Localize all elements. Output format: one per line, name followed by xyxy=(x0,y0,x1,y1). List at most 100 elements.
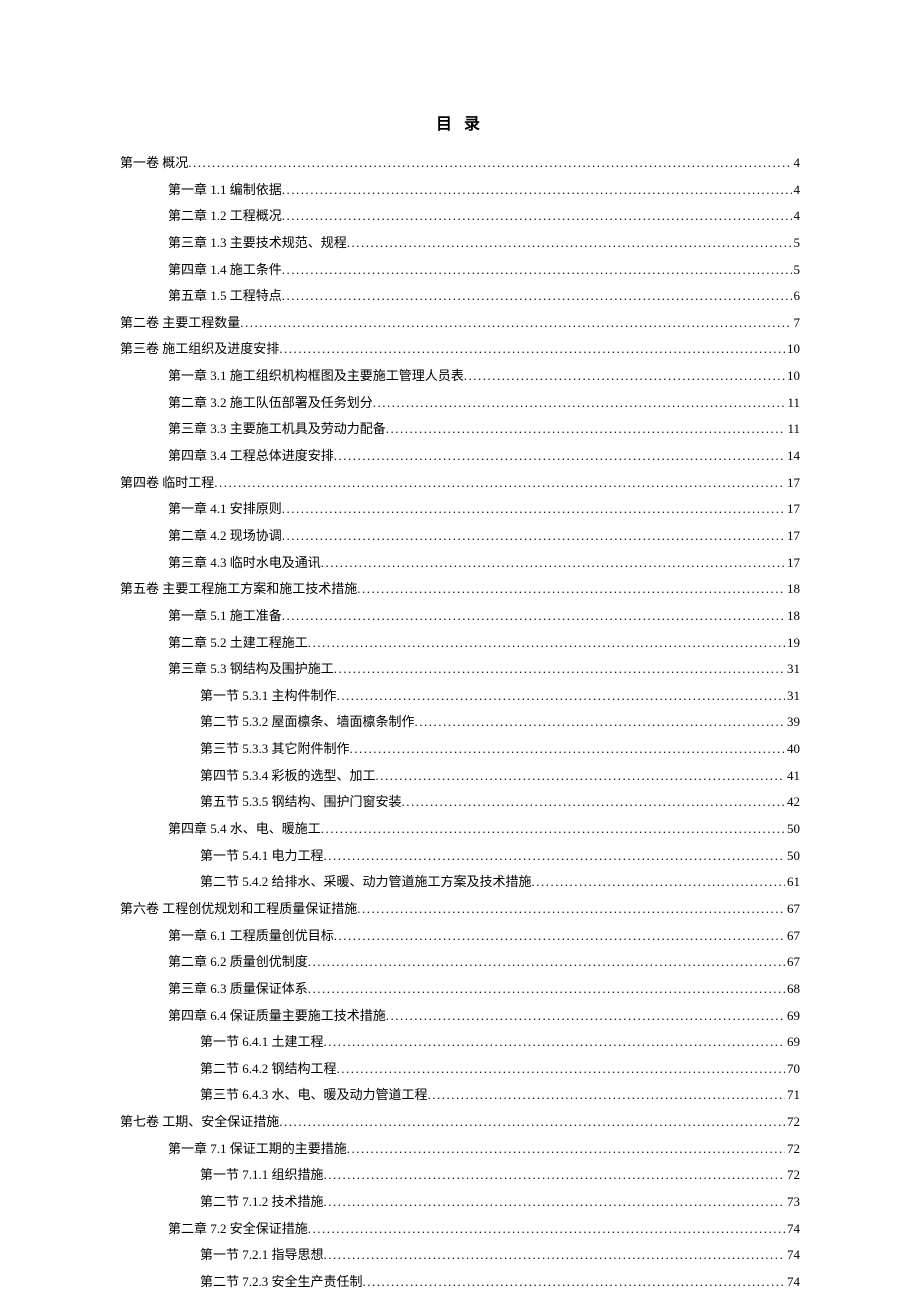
toc-entry-page: 4 xyxy=(792,203,801,230)
toc-entry-page: 61 xyxy=(785,869,800,896)
toc-entry-page: 17 xyxy=(785,470,800,497)
toc-entry-label: 第三章 5.3 钢结构及围护施工 xyxy=(168,656,334,683)
toc-entry: 第五章 1.5 工程特点6 xyxy=(120,283,800,310)
toc-entry-page: 18 xyxy=(785,576,800,603)
toc-entry-page: 71 xyxy=(785,1082,800,1109)
toc-entry: 第一章 7.1 保证工期的主要措施 72 xyxy=(120,1136,800,1163)
toc-title: 目 录 xyxy=(120,110,800,134)
toc-entry-label: 第一章 5.1 施工准备 xyxy=(168,603,282,630)
toc-leader-dots xyxy=(334,443,785,470)
toc-leader-dots xyxy=(532,869,785,896)
toc-leader-dots xyxy=(308,976,785,1003)
toc-entry: 第二章 3.2 施工队伍部署及任务划分11 xyxy=(120,390,800,417)
toc-leader-dots xyxy=(373,390,786,417)
toc-entry-page: 18 xyxy=(785,603,800,630)
toc-entry-label: 第二章 3.2 施工队伍部署及任务划分 xyxy=(168,390,373,417)
toc-leader-dots xyxy=(386,416,786,443)
toc-entry-label: 第一节 5.3.1 主构件制作 xyxy=(200,683,337,710)
toc-leader-dots xyxy=(279,336,785,363)
toc-entry-page: 5 xyxy=(792,230,801,257)
toc-entry: 第三节 5.3.3 其它附件制作 40 xyxy=(120,736,800,763)
toc-entry-label: 第三章 1.3 主要技术规范、规程 xyxy=(168,230,347,257)
toc-entry-label: 第四章 3.4 工程总体进度安排 xyxy=(168,443,334,470)
toc-entry-label: 第三章 4.3 临时水电及通讯 xyxy=(168,550,321,577)
toc-entry-label: 第二节 6.4.2 钢结构工程 xyxy=(200,1056,337,1083)
toc-leader-dots xyxy=(324,1189,785,1216)
toc-entry: 第四章 6.4 保证质量主要施工技术措施 69 xyxy=(120,1003,800,1030)
toc-entry-label: 第一章 7.1 保证工期的主要措施 xyxy=(168,1136,347,1163)
toc-entry-label: 第一节 5.4.1 电力工程 xyxy=(200,843,324,870)
toc-entry-page: 31 xyxy=(785,683,800,710)
toc-entry-page: 72 xyxy=(785,1136,800,1163)
toc-entry: 第一章 5.1 施工准备 18 xyxy=(120,603,800,630)
toc-entry-label: 第一章 6.1 工程质量创优目标 xyxy=(168,923,334,950)
toc-entry-label: 第一章 3.1 施工组织机构框图及主要施工管理人员表 xyxy=(168,363,464,390)
toc-entry-page: 69 xyxy=(785,1029,800,1056)
toc-leader-dots xyxy=(324,1242,785,1269)
toc-leader-dots xyxy=(308,949,785,976)
toc-entry-page: 67 xyxy=(785,949,800,976)
toc-entry: 第二章 5.2 土建工程施工 19 xyxy=(120,630,800,657)
toc-entry-label: 第三节 6.4.3 水、电、暖及动力管道工程 xyxy=(200,1082,428,1109)
toc-entry: 第一卷 概况 4 xyxy=(120,150,800,177)
toc-entry: 第四节 5.3.4 彩板的选型、加工 41 xyxy=(120,763,800,790)
toc-leader-dots xyxy=(279,1109,785,1136)
toc-leader-dots xyxy=(376,763,785,790)
toc-entry-label: 第二章 1.2 工程概况 xyxy=(168,203,282,230)
toc-entry: 第三章 1.3 主要技术规范、规程 5 xyxy=(120,230,800,257)
toc-entry-page: 74 xyxy=(785,1216,800,1243)
toc-entry-label: 第二节 5.4.2 给排水、采暖、动力管道施工方案及技术措施 xyxy=(200,869,532,896)
toc-entry: 第四章 3.4 工程总体进度安排14 xyxy=(120,443,800,470)
toc-entry: 第三章 6.3 质量保证体系 68 xyxy=(120,976,800,1003)
toc-entry-label: 第六卷 工程创优规划和工程质量保证措施 xyxy=(120,896,357,923)
toc-entry-page: 39 xyxy=(785,709,800,736)
toc-leader-dots xyxy=(347,1136,785,1163)
toc-leader-dots xyxy=(415,709,785,736)
toc-leader-dots xyxy=(386,1003,785,1030)
toc-entry: 第五卷 主要工程施工方案和施工技术措施18 xyxy=(120,576,800,603)
toc-leader-dots xyxy=(282,177,792,204)
toc-entry: 第四章 1.4 施工条件5 xyxy=(120,257,800,284)
toc-entry: 第四章 5.4 水、电、暖施工 50 xyxy=(120,816,800,843)
toc-entry-label: 第二章 4.2 现场协调 xyxy=(168,523,282,550)
toc-entry: 第二章 4.2 现场协调17 xyxy=(120,523,800,550)
toc-entry: 第三章 5.3 钢结构及围护施工 31 xyxy=(120,656,800,683)
toc-entry-page: 67 xyxy=(785,923,800,950)
toc-leader-dots xyxy=(324,1162,785,1189)
toc-leader-dots xyxy=(282,257,792,284)
toc-entry: 第二节 5.3.2 屋面檩条、墙面檩条制作 39 xyxy=(120,709,800,736)
toc-entry-page: 50 xyxy=(785,816,800,843)
toc-leader-dots xyxy=(324,843,785,870)
toc-entry-label: 第七卷 工期、安全保证措施 xyxy=(120,1109,279,1136)
toc-leader-dots xyxy=(357,896,785,923)
toc-leader-dots xyxy=(347,230,792,257)
toc-entry-page: 11 xyxy=(785,416,800,443)
toc-entry: 第二节 6.4.2 钢结构工程 70 xyxy=(120,1056,800,1083)
toc-entry-page: 74 xyxy=(785,1269,800,1296)
toc-entry-page: 31 xyxy=(785,656,800,683)
toc-leader-dots xyxy=(240,310,791,337)
toc-leader-dots xyxy=(321,816,785,843)
toc-entry-label: 第四章 5.4 水、电、暖施工 xyxy=(168,816,321,843)
toc-entry-label: 第二章 6.2 质量创优制度 xyxy=(168,949,308,976)
toc-leader-dots xyxy=(337,1056,785,1083)
toc-entry-label: 第三章 6.3 质量保证体系 xyxy=(168,976,308,1003)
toc-entry-page: 72 xyxy=(785,1162,800,1189)
toc-entry: 第二节 5.4.2 给排水、采暖、动力管道施工方案及技术措施 61 xyxy=(120,869,800,896)
toc-entry-label: 第一章 1.1 编制依据 xyxy=(168,177,282,204)
toc-leader-dots xyxy=(363,1269,785,1296)
toc-leader-dots xyxy=(357,576,785,603)
toc-entry-label: 第一卷 概况 xyxy=(120,150,188,177)
toc-leader-dots xyxy=(334,923,785,950)
toc-entry-page: 4 xyxy=(792,150,801,177)
toc-entry: 第一章 6.1 工程质量创优目标 67 xyxy=(120,923,800,950)
toc-entry: 第二章 7.2 安全保证措施 74 xyxy=(120,1216,800,1243)
toc-entry-label: 第二卷 主要工程数量 xyxy=(120,310,240,337)
toc-entry: 第三章 3.3 主要施工机具及劳动力配备11 xyxy=(120,416,800,443)
toc-leader-dots xyxy=(428,1082,785,1109)
toc-entry: 第一章 1.1 编制依据4 xyxy=(120,177,800,204)
toc-entry: 第一节 5.4.1 电力工程 50 xyxy=(120,843,800,870)
toc-entry-label: 第五节 5.3.5 钢结构、围护门窗安装 xyxy=(200,789,402,816)
toc-leader-dots xyxy=(324,1029,785,1056)
toc-entry-page: 42 xyxy=(785,789,800,816)
